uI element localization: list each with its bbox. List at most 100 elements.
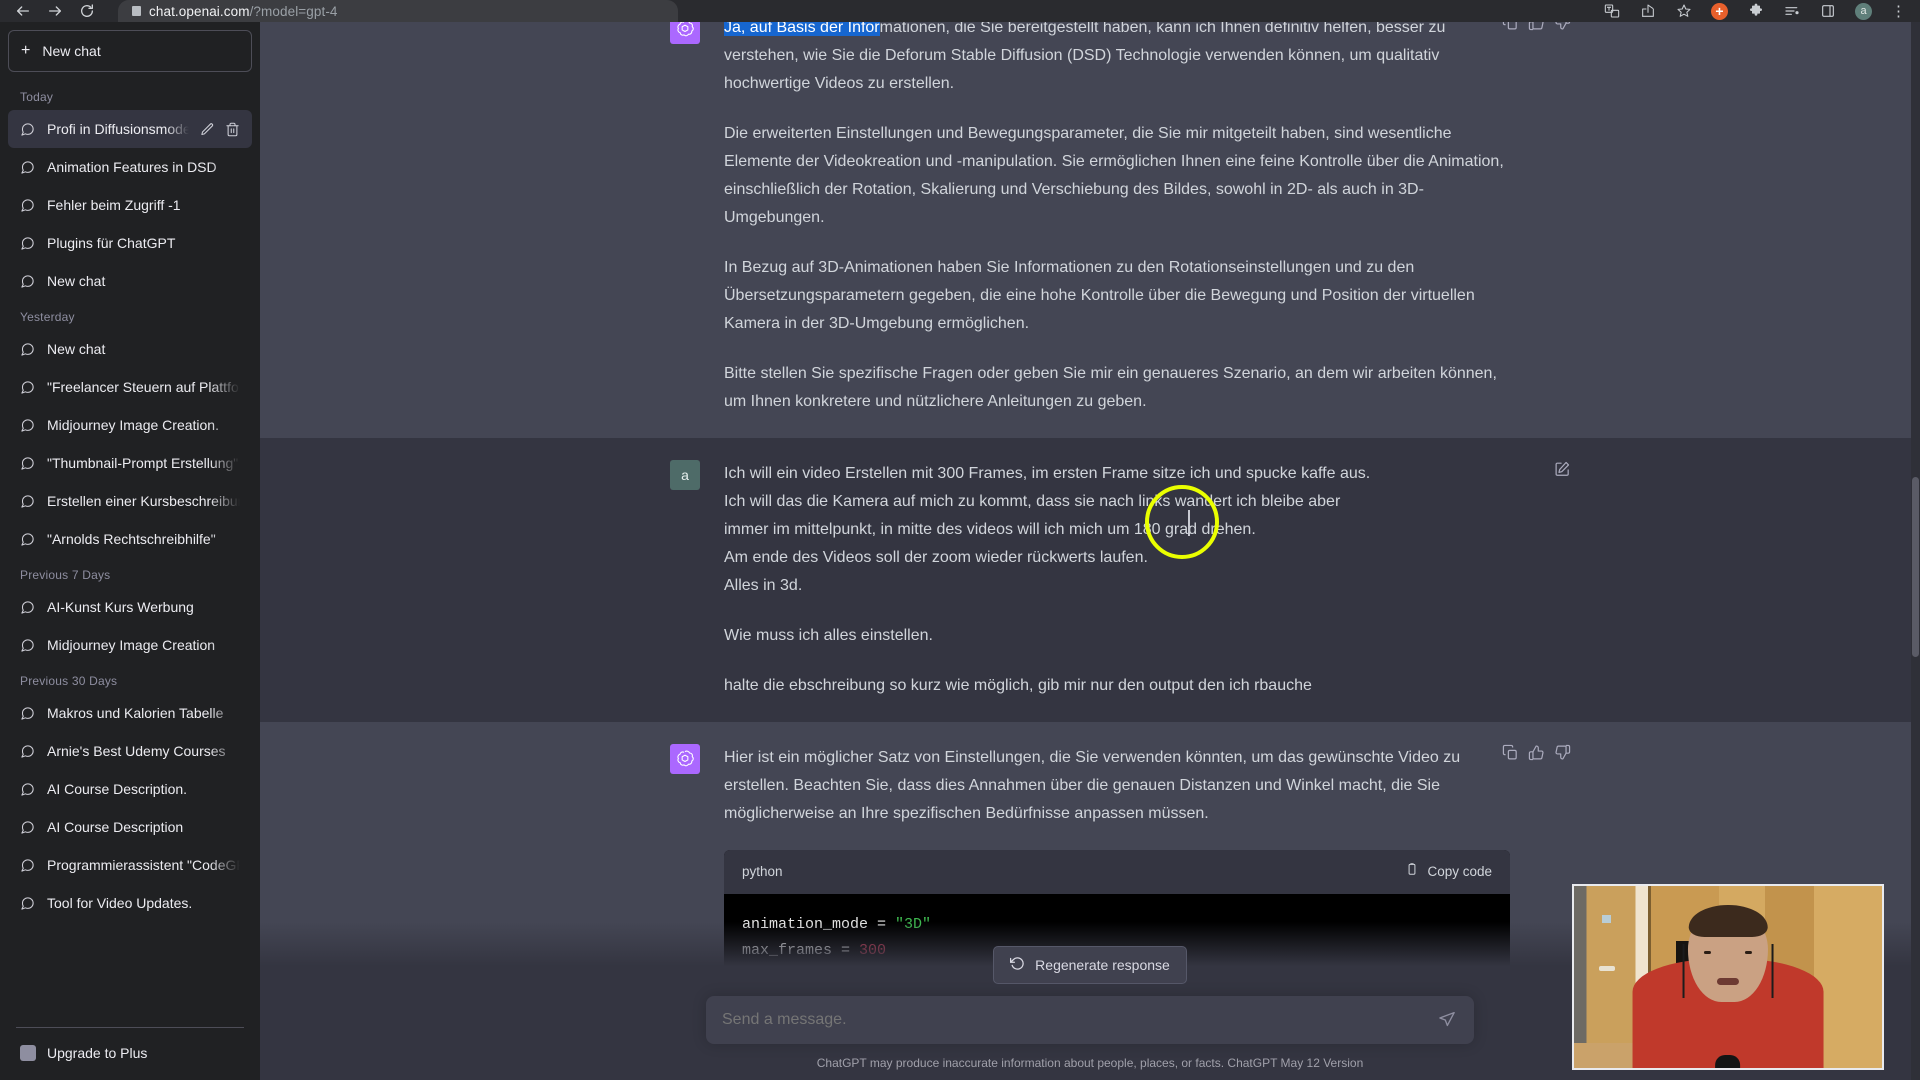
sidebar-item-conversation[interactable]: Makros und Kalorien Tabelle: [8, 694, 252, 732]
bookmark-star-icon[interactable]: [1675, 3, 1692, 20]
chat-bubble-icon: [20, 896, 36, 911]
chat-bubble-icon: [20, 600, 36, 615]
sidebar-item-label: Animation Features in DSD: [47, 159, 217, 175]
browser-profile-avatar[interactable]: a: [1855, 2, 1872, 20]
translate-icon[interactable]: [1603, 3, 1620, 20]
message-paragraph: Wie muss ich alles einstellen.: [724, 627, 933, 644]
browser-menu-icon[interactable]: ⋮: [1891, 4, 1906, 19]
regenerate-response-button[interactable]: Regenerate response: [993, 946, 1187, 984]
sidebar-item-label: Programmierassistent "CodeGPT": [47, 857, 240, 873]
chat-bubble-icon: [20, 380, 36, 395]
edit-message-icon[interactable]: [1554, 460, 1572, 478]
extensions-puzzle-icon[interactable]: [1747, 3, 1764, 20]
sidebar-item-label: Tool for Video Updates.: [47, 895, 193, 911]
assistant-message: Ja, auf Basis der Informationen, die Sie…: [260, 22, 1920, 438]
disclaimer-text: ChatGPT may produce inaccurate informati…: [816, 1056, 1364, 1070]
openai-logo-icon: [670, 22, 700, 44]
copy-icon[interactable]: [1502, 22, 1520, 32]
sidebar-item-conversation[interactable]: Fehler beim Zugriff -1: [8, 186, 252, 224]
sidebar-item-conversation[interactable]: Programmierassistent "CodeGPT": [8, 846, 252, 884]
sidebar-item-conversation[interactable]: AI-Kunst Kurs Werbung: [8, 588, 252, 626]
user-message: a Ich will ein video Erstellen mit 300 Fr…: [260, 438, 1920, 722]
sidebar-item-conversation[interactable]: "Arnolds Rechtschreibhilfe": [8, 520, 252, 558]
regenerate-label: Regenerate response: [1035, 957, 1170, 973]
sidebar-item-label: "Thumbnail-Prompt Erstellung": [47, 455, 239, 471]
sidebar-item-label: AI Course Description: [47, 819, 184, 835]
chat-bubble-icon: [20, 160, 36, 175]
sidebar-item-conversation[interactable]: AI Course Description: [8, 808, 252, 846]
thumbs-down-icon[interactable]: [1554, 744, 1572, 762]
openai-logo-icon: [670, 744, 700, 774]
add-extension-icon[interactable]: +: [1711, 2, 1728, 20]
sidebar-item-label: Arnie's Best Udemy Courses: [47, 743, 226, 759]
sidebar-group-label: Previous 30 Days: [20, 674, 118, 688]
thumbs-down-icon[interactable]: [1554, 22, 1572, 32]
sidebar-group-label: Today: [20, 90, 54, 104]
browser-toolbar: chat.openai.com/?model=gpt-4 + a ⋮: [0, 0, 1920, 22]
reload-icon[interactable]: [78, 2, 96, 20]
address-bar[interactable]: chat.openai.com/?model=gpt-4: [118, 0, 678, 22]
sidebar-item-conversation[interactable]: "Freelancer Steuern auf Plattformen": [8, 368, 252, 406]
new-chat-label: New chat: [42, 43, 101, 59]
sidebar-item-conversation[interactable]: Midjourney Image Creation.: [8, 406, 252, 444]
url-text: chat.openai.com/?model=gpt-4: [149, 3, 338, 19]
sidebar-item-label: "Arnolds Rechtschreibhilfe": [47, 531, 216, 547]
message-body: Ja, auf Basis der Informationen, die Sie…: [724, 22, 1510, 416]
copy-icon[interactable]: [1502, 744, 1520, 762]
chat-bubble-icon: [20, 236, 36, 251]
chat-bubble-icon: [20, 418, 36, 433]
upgrade-badge-icon: [20, 1045, 36, 1061]
chat-bubble-icon: [20, 456, 36, 471]
copy-code-button[interactable]: Copy code: [1405, 858, 1492, 886]
back-arrow-icon[interactable]: [14, 2, 32, 20]
thumbs-up-icon[interactable]: [1528, 22, 1546, 32]
chat-bubble-icon: [20, 274, 36, 289]
sidebar-item-conversation[interactable]: Midjourney Image Creation: [8, 626, 252, 664]
sidebar-group-label: Previous 7 Days: [20, 568, 111, 582]
sidebar-item-conversation[interactable]: Arnie's Best Udemy Courses: [8, 732, 252, 770]
sidebar-item-label: Plugins für ChatGPT: [47, 235, 176, 251]
sidebar-item-label: Fehler beim Zugriff -1: [47, 197, 181, 213]
chat-bubble-icon: [20, 532, 36, 547]
sidebar-item-conversation[interactable]: Plugins für ChatGPT: [8, 224, 252, 262]
main-scrollbar[interactable]: [1911, 22, 1920, 1080]
message-paragraph: Hier ist ein möglicher Satz von Einstell…: [724, 749, 1461, 822]
sidebar-item-conversation[interactable]: Animation Features in DSD: [8, 148, 252, 186]
message-composer[interactable]: [706, 996, 1474, 1044]
sidebar-item-conversation[interactable]: Erstellen einer Kursbeschreibung: [8, 482, 252, 520]
chat-bubble-icon: [20, 858, 36, 873]
side-panel-icon[interactable]: [1819, 3, 1836, 20]
browser-nav-buttons: [0, 2, 96, 20]
delete-conversation-trash-icon[interactable]: [225, 122, 240, 137]
message-paragraph: Die erweiterten Einstellungen und Bewegu…: [724, 125, 1504, 226]
sidebar-item-conversation[interactable]: New chat: [8, 330, 252, 368]
chat-bubble-icon: [20, 198, 36, 213]
send-paper-plane-icon[interactable]: [1438, 1010, 1458, 1030]
message-input[interactable]: [722, 1011, 1438, 1029]
sidebar-item-label: AI Course Description.: [47, 781, 188, 797]
new-chat-button[interactable]: + New chat: [8, 30, 252, 72]
forward-arrow-icon[interactable]: [46, 2, 64, 20]
sidebar-item-conversation[interactable]: Profi in Diffusionsmode: [8, 110, 252, 148]
sidebar-item-conversation[interactable]: "Thumbnail-Prompt Erstellung": [8, 444, 252, 482]
message-actions: [1502, 744, 1572, 762]
reading-list-icon[interactable]: [1783, 3, 1800, 20]
chat-bubble-icon: [20, 706, 36, 721]
sidebar-item-upgrade[interactable]: Upgrade to Plus: [8, 1034, 252, 1072]
rename-conversation-pencil-icon[interactable]: [200, 122, 215, 137]
sidebar-item-conversation[interactable]: New chat: [8, 262, 252, 300]
sidebar-item-conversation[interactable]: Tool for Video Updates.: [8, 884, 252, 922]
message-actions: [1502, 22, 1572, 32]
sidebar-item-label: Erstellen einer Kursbeschreibung: [47, 493, 240, 509]
sidebar-item-conversation[interactable]: AI Course Description.: [8, 770, 252, 808]
sidebar-footer: Upgrade to Plus: [8, 1028, 252, 1072]
share-icon[interactable]: [1639, 3, 1656, 20]
sidebar-item-label: Midjourney Image Creation.: [47, 417, 219, 433]
conversation-list[interactable]: Today Profi in Diffusionsmode Animation Fe…: [8, 80, 252, 1021]
thumbs-up-icon[interactable]: [1528, 744, 1546, 762]
chat-bubble-icon: [20, 342, 36, 357]
sidebar-item-label: New chat: [47, 341, 106, 357]
main-scrollbar-thumb[interactable]: [1912, 477, 1919, 657]
chat-bubble-icon: [20, 744, 36, 759]
message-body: Ich will ein video Erstellen mit 300 Fra…: [724, 460, 1510, 700]
